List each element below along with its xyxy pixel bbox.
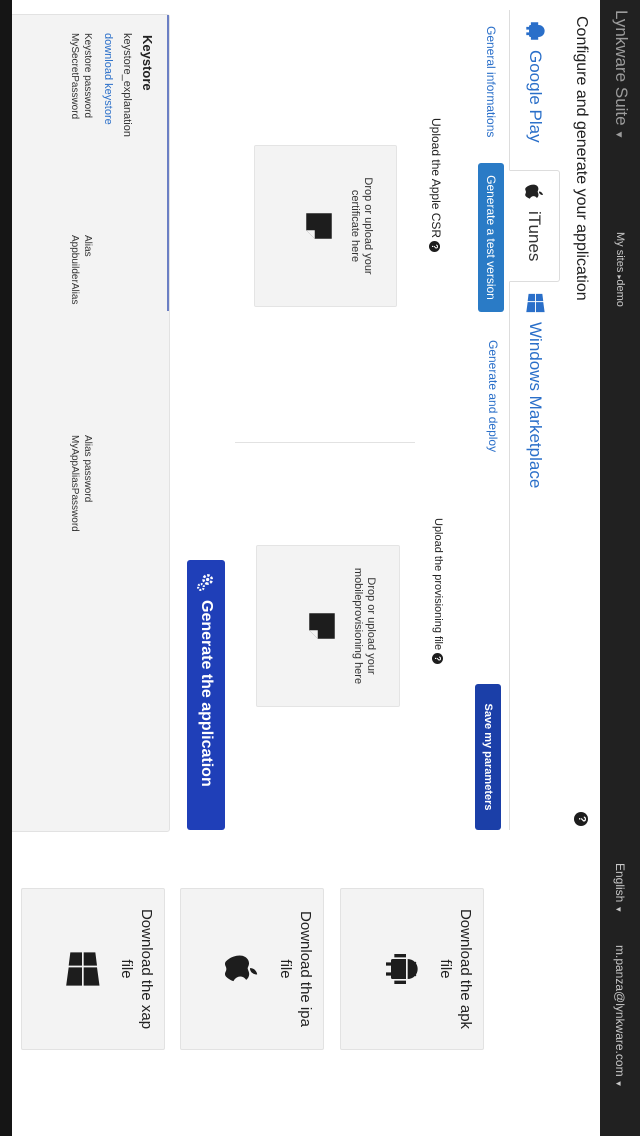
chevron-down-icon: ▼ [613, 129, 624, 140]
alias-password-value: MyAppAliasPassword [69, 435, 80, 532]
current-site: demo [614, 279, 626, 307]
alias-value: AppbuilderAlias [69, 235, 80, 305]
chevron-down-icon: ▼ [614, 905, 623, 914]
top-navbar: Lynkware Suite ▼ My sites▸demo English ▼ m… [600, 0, 640, 1136]
tab-label: Google Play [526, 50, 546, 143]
brand-name: Lynkware Suite [612, 10, 631, 126]
csr-dropzone[interactable]: Drop or upload your certificate here [254, 145, 397, 307]
help-icon[interactable]: ? [574, 812, 588, 826]
download-xap-card[interactable]: Download the xap file [21, 888, 165, 1050]
user-email: m.panza@lynkware.com [613, 945, 627, 1077]
tab-itunes[interactable]: iTunes [509, 170, 560, 282]
app-viewport: Lynkware Suite ▼ My sites▸demo English ▼ m… [0, 0, 640, 1136]
file-upload-icon [309, 613, 335, 639]
download-keystore-link[interactable]: download keystore [102, 33, 114, 125]
windows-icon [66, 952, 100, 986]
section-divider [235, 442, 415, 443]
apple-icon [224, 955, 258, 982]
file-upload-icon [306, 213, 332, 239]
sites-menu[interactable]: My sites▸demo [614, 232, 626, 307]
alias-password-label: Alias password [82, 435, 93, 503]
download-apk-card[interactable]: Download the apk file [340, 888, 484, 1050]
alias-label: Alias [82, 235, 93, 257]
tab-windows-marketplace[interactable]: Windows Marketplace [511, 282, 560, 522]
csr-upload-label: Upload the Apple CSR? [429, 118, 443, 253]
page-title: Configure and generate your application [573, 16, 590, 301]
language-menu[interactable]: English ▼ [613, 863, 627, 913]
csr-label-text: Upload the Apple CSR [429, 118, 443, 239]
tab-label: iTunes [525, 211, 545, 262]
generate-and-deploy-link[interactable]: Generate and deploy [486, 340, 500, 452]
platform-tabs: Google Play iTunes Windows Marketplace [509, 10, 560, 830]
keystore-title: Keystore [140, 35, 155, 91]
download-label: Download the ipa file [277, 911, 314, 1027]
panel-accent [167, 15, 169, 311]
help-icon[interactable]: ? [429, 241, 440, 253]
keystore-explanation: keystore_explanation [121, 33, 133, 137]
generate-label: Generate the application [198, 600, 215, 787]
help-icon[interactable]: ? [432, 653, 443, 665]
dropzone-text: Drop or upload your mobileprovisioning h… [352, 567, 377, 685]
windows-icon [526, 293, 546, 313]
dropzone-text: Drop or upload your certificate here [349, 177, 374, 275]
download-label: Download the apk file [437, 908, 474, 1030]
download-label: Download the xap file [118, 908, 155, 1030]
general-informations-link[interactable]: General informations [484, 26, 498, 137]
keystore-panel: Keystore keystore_explanation download k… [10, 14, 170, 832]
user-menu[interactable]: m.panza@lynkware.com ▼ [613, 945, 627, 1087]
keystore-password-value: MySecretPassword [69, 33, 80, 120]
generate-test-version-button[interactable]: Generate a test version [478, 163, 504, 312]
provisioning-dropzone[interactable]: Drop or upload your mobileprovisioning h… [256, 545, 400, 707]
provisioning-upload-label: Upload the provisioning file? [432, 518, 444, 665]
android-icon [386, 954, 418, 984]
brand-menu[interactable]: Lynkware Suite ▼ [611, 10, 631, 140]
gears-icon [197, 574, 214, 591]
provisioning-label-text: Upload the provisioning file [432, 518, 444, 651]
language-label: English [613, 863, 627, 903]
download-ipa-card[interactable]: Download the ipa file [180, 888, 324, 1050]
keystore-password-label: Keystore password [82, 33, 93, 119]
tab-label: Windows Marketplace [526, 322, 546, 489]
tab-google-play[interactable]: Google Play [511, 10, 560, 170]
generate-application-button[interactable]: Generate the application [187, 560, 225, 830]
apple-icon [525, 184, 544, 199]
sites-label: My sites [614, 232, 626, 273]
chevron-down-icon: ▼ [614, 1079, 623, 1088]
window-bottom-edge [0, 0, 12, 1136]
save-parameters-button[interactable]: Save my parameters [475, 684, 501, 830]
android-icon [526, 22, 546, 40]
